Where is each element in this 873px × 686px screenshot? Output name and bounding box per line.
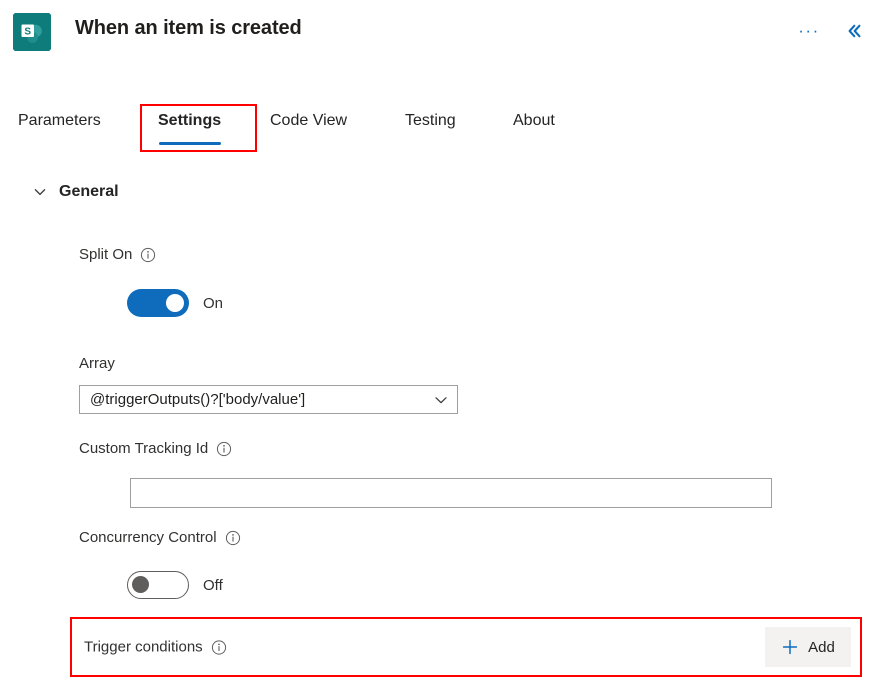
plus-icon (781, 638, 799, 656)
sharepoint-icon: S (13, 13, 51, 51)
tab-code-view[interactable]: Code View (270, 104, 347, 150)
tab-settings[interactable]: Settings (158, 104, 221, 150)
toggle-knob (166, 294, 184, 312)
tab-about[interactable]: About (513, 104, 555, 150)
tab-parameters[interactable]: Parameters (18, 104, 101, 150)
split-on-toggle[interactable] (127, 289, 189, 317)
tab-parameters-label: Parameters (18, 112, 101, 129)
toggle-knob (132, 576, 149, 593)
array-selected-value: @triggerOutputs()?['body/value'] (90, 391, 306, 408)
custom-tracking-id-label: Custom Tracking Id (79, 440, 209, 457)
split-on-label: Split On (79, 246, 133, 263)
collapse-panel-icon[interactable] (841, 18, 867, 44)
info-icon[interactable] (225, 530, 241, 546)
array-dropdown[interactable]: @triggerOutputs()?['body/value'] (79, 385, 458, 414)
svg-text:S: S (24, 26, 31, 37)
page-title: When an item is created (75, 17, 302, 39)
add-trigger-condition-button[interactable]: Add (765, 627, 851, 667)
custom-tracking-id-input[interactable] (130, 478, 772, 508)
more-options-icon[interactable]: ··· (795, 20, 823, 48)
concurrency-control-label-group: Concurrency Control (79, 529, 241, 546)
tab-bar: Parameters Settings Code View Testing Ab… (0, 104, 873, 154)
concurrency-control-toggle[interactable] (127, 571, 189, 599)
trigger-conditions-label-group: Trigger conditions (84, 639, 227, 656)
concurrency-control-label: Concurrency Control (79, 529, 217, 546)
panel-header: S When an item is created ··· (0, 0, 873, 72)
tab-testing-label: Testing (405, 112, 456, 129)
info-icon[interactable] (140, 247, 156, 263)
concurrency-control-toggle-row: Off (127, 571, 223, 599)
concurrency-control-state-text: Off (203, 576, 223, 594)
trigger-conditions-label: Trigger conditions (84, 638, 203, 656)
array-label: Array (79, 355, 115, 372)
split-on-toggle-row: On (127, 289, 223, 317)
section-header-general[interactable]: General (33, 183, 119, 201)
tab-settings-label: Settings (158, 112, 222, 129)
info-icon[interactable] (211, 639, 227, 655)
chevron-down-icon (33, 185, 47, 199)
tab-about-label: About (513, 112, 555, 129)
array-label-group: Array (79, 355, 115, 372)
custom-tracking-id-label-group: Custom Tracking Id (79, 440, 232, 457)
split-on-label-group: Split On (79, 246, 156, 263)
section-general-label: General (59, 183, 119, 200)
tab-code-view-label: Code View (270, 112, 348, 129)
split-on-state-text: On (203, 294, 224, 312)
add-button-label: Add (808, 638, 835, 656)
tab-testing[interactable]: Testing (405, 104, 456, 150)
info-icon[interactable] (216, 441, 232, 457)
tab-active-indicator (158, 142, 221, 145)
trigger-conditions-row: Trigger conditions Add (70, 617, 862, 677)
chevron-down-icon (433, 392, 449, 408)
